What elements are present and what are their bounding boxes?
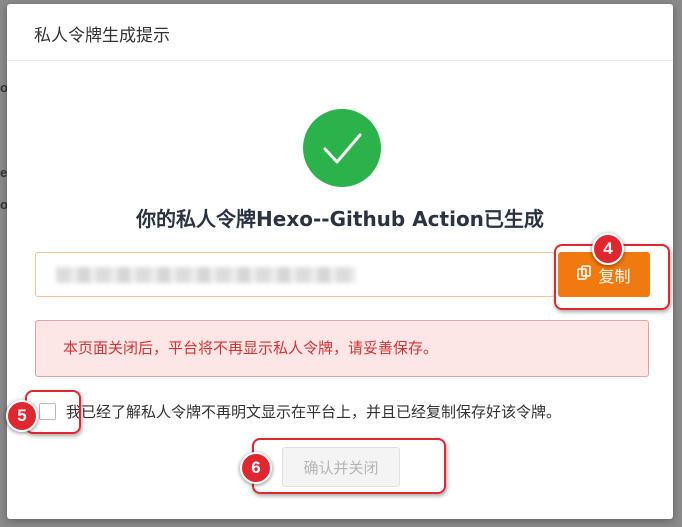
annotation-number: 4 bbox=[592, 233, 624, 265]
dialog-header: 私人令牌生成提示 bbox=[7, 4, 673, 61]
annotation-box bbox=[252, 438, 446, 494]
token-generated-headline: 你的私人令牌Hexo--Github Action已生成 bbox=[136, 207, 544, 231]
annotation-number: 5 bbox=[6, 400, 38, 432]
token-value-blurred bbox=[56, 267, 356, 283]
dialog-title: 私人令牌生成提示 bbox=[34, 26, 170, 46]
success-checkmark-icon bbox=[303, 109, 381, 187]
token-field[interactable] bbox=[35, 252, 555, 297]
agree-row: 我已经了解私人令牌不再明文显示在平台上，并且已经复制保存好该令牌。 bbox=[39, 399, 561, 423]
warning-alert: 本页面关闭后，平台将不再显示私人令牌，请妥善保存。 bbox=[35, 320, 649, 377]
annotation-number: 6 bbox=[240, 452, 272, 484]
agree-label: 我已经了解私人令牌不再明文显示在平台上，并且已经复制保存好该令牌。 bbox=[66, 402, 562, 421]
